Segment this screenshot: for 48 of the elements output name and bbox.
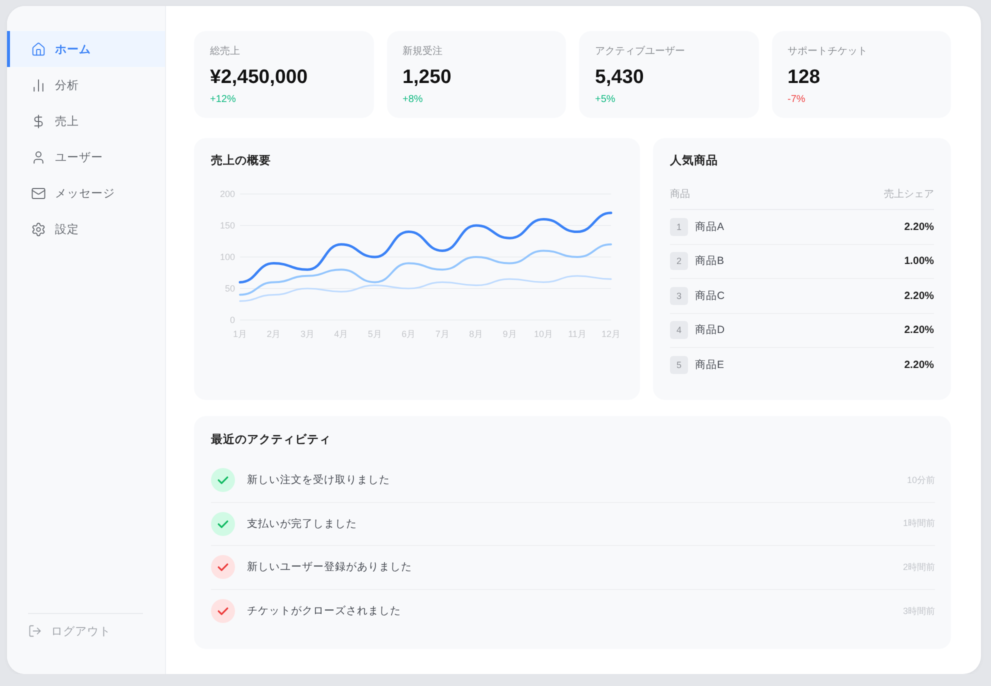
- product-name: 商品E: [695, 358, 724, 372]
- rank-badge: 1: [670, 218, 688, 236]
- product-share: 2.20%: [904, 359, 934, 372]
- nav-item[interactable]: 設定: [7, 211, 165, 247]
- stat-change: +12%: [210, 93, 236, 106]
- rank-badge: 4: [670, 321, 688, 340]
- settings-icon: [31, 222, 46, 236]
- nav-item[interactable]: メッセージ: [7, 175, 165, 211]
- stat-label: アクティブユーザー: [595, 45, 685, 59]
- user-icon: [31, 150, 46, 164]
- bar-chart-icon: [31, 78, 46, 92]
- product-name: 商品C: [695, 288, 725, 303]
- stat-change: -7%: [788, 93, 806, 106]
- stat-value: 5,430: [595, 65, 644, 90]
- product-name: 商品D: [695, 323, 725, 338]
- column-header: 売上シェア: [884, 188, 934, 202]
- card-title: 最近のアクティビティ: [211, 432, 331, 448]
- activity-text: チケットがクローズされました: [247, 604, 401, 618]
- logout-icon: [28, 624, 42, 638]
- nav-item[interactable]: 分析: [7, 67, 165, 103]
- activity-text: 新しいユーザー登録がありました: [247, 560, 412, 574]
- stat-value: 1,250: [402, 65, 452, 90]
- product-share: 2.20%: [904, 220, 934, 233]
- column-header: 商品: [670, 188, 690, 202]
- nav-item[interactable]: 売上: [7, 103, 165, 139]
- stat-value: ¥2,450,000: [210, 65, 308, 90]
- activity-text: 新しい注文を受け取りました: [247, 473, 390, 488]
- rank-badge: 3: [670, 286, 688, 305]
- product-share: 2.20%: [904, 324, 934, 336]
- rank-badge: 5: [670, 356, 688, 374]
- stat-change: +5%: [595, 93, 616, 106]
- stat-label: サポートチケット: [788, 45, 868, 59]
- product-share: 1.00%: [904, 255, 934, 268]
- card-title: 人気商品: [670, 153, 718, 169]
- stat-value: 128: [788, 65, 820, 90]
- nav-item[interactable]: ホーム: [7, 31, 165, 67]
- activity-text: 支払いが完了しました: [247, 516, 357, 531]
- home-icon: [31, 42, 46, 56]
- card-title: 売上の概要: [211, 153, 271, 169]
- product-name: 商品A: [695, 220, 724, 234]
- nav-item[interactable]: ユーザー: [7, 139, 165, 175]
- stat-change: +8%: [402, 93, 423, 106]
- rank-badge: 2: [670, 252, 688, 270]
- product-share: 2.20%: [904, 290, 934, 302]
- stat-label: 新規受注: [402, 45, 442, 59]
- stat-label: 総売上: [210, 45, 240, 59]
- product-name: 商品B: [695, 254, 724, 268]
- mail-icon: [31, 186, 46, 200]
